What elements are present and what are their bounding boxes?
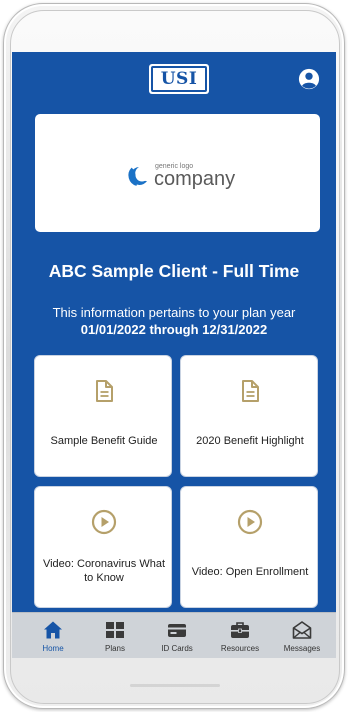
usi-logo: USI	[149, 64, 209, 94]
user-circle-icon[interactable]	[298, 68, 320, 90]
envelope-icon	[292, 621, 312, 639]
tab-label: Messages	[283, 644, 321, 653]
tile-label: 2020 Benefit Highlight	[196, 435, 304, 447]
toolbox-icon	[231, 622, 249, 638]
document-icon	[96, 380, 113, 402]
home-indicator	[130, 684, 220, 687]
tab-label: Home	[42, 644, 64, 653]
tab-label: Plans	[104, 644, 125, 653]
bottom-tab-bar: Home Plans ID Cards Resources Messages	[12, 612, 336, 658]
play-circle-icon	[91, 509, 117, 535]
tile-video-coronavirus[interactable]: Video: Coronavirus What to Know	[34, 486, 172, 608]
tab-plans[interactable]: Plans	[83, 613, 147, 658]
app-screen: USI generic logo company ABC Sample Clie…	[12, 52, 336, 658]
id-card-icon	[168, 624, 186, 637]
tab-label: Resources	[220, 644, 260, 653]
usi-logo-text: USI	[151, 66, 207, 92]
tab-label: ID Cards	[161, 644, 193, 653]
plan-year-info: This information pertains to your plan y…	[52, 305, 296, 320]
tile-label: Video: Open Enrollment	[191, 566, 309, 578]
tile-label: Video: Coronavirus What to Know	[42, 558, 166, 584]
plan-year-dates: 01/01/2022 through 12/31/2022	[80, 322, 268, 337]
play-circle-icon	[237, 509, 263, 535]
company-logo-icon	[128, 167, 149, 186]
top-bar: USI	[12, 52, 336, 104]
client-logo-big-text: company	[154, 168, 236, 190]
tab-id-cards[interactable]: ID Cards	[145, 613, 209, 658]
tile-label: Sample Benefit Guide	[50, 435, 158, 447]
document-icon	[242, 380, 259, 402]
home-icon	[44, 621, 62, 639]
client-logo-card: generic logo company	[35, 114, 320, 232]
tab-home[interactable]: Home	[21, 613, 85, 658]
tile-sample-benefit-guide[interactable]: Sample Benefit Guide	[34, 355, 172, 477]
tab-resources[interactable]: Resources	[208, 613, 272, 658]
tab-messages[interactable]: Messages	[270, 613, 334, 658]
grid-icon	[106, 622, 124, 638]
tile-2020-benefit-highlight[interactable]: 2020 Benefit Highlight	[180, 355, 318, 477]
client-title: ABC Sample Client - Full Time	[48, 261, 300, 281]
tile-video-open-enrollment[interactable]: Video: Open Enrollment	[180, 486, 318, 608]
